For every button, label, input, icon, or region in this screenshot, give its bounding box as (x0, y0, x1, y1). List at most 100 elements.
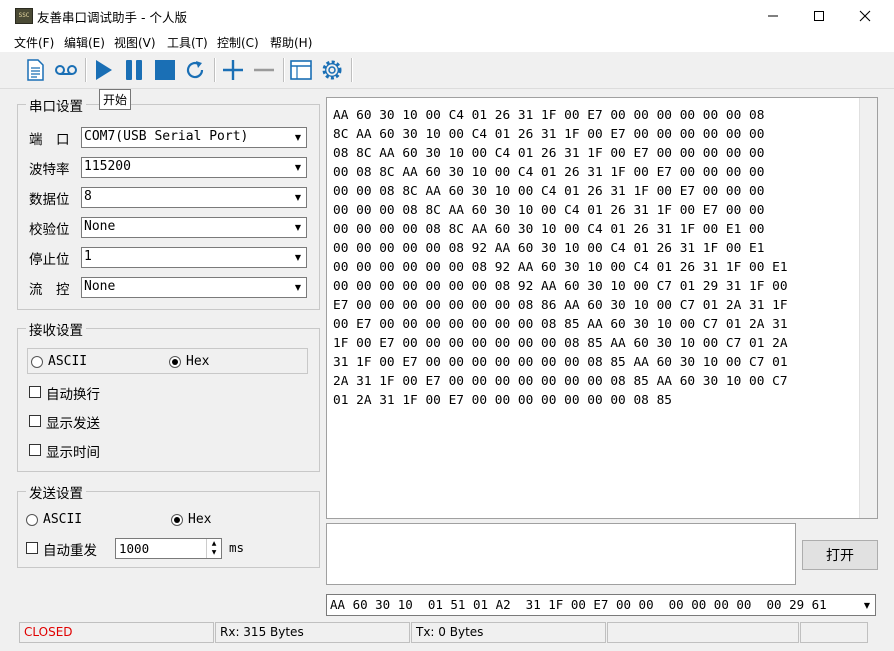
pause-button[interactable] (121, 57, 147, 83)
parity-label: 校验位 (29, 222, 70, 238)
send-textarea[interactable] (326, 523, 796, 585)
close-icon (859, 10, 871, 21)
receive-hex-label: Hex (186, 354, 210, 369)
send-hex-radio[interactable] (171, 514, 183, 526)
port-select[interactable]: COM7(USB Serial Port) ▼ (81, 127, 307, 148)
chevron-down-icon[interactable]: ▼ (290, 128, 306, 147)
tooltip: 开始 (99, 89, 132, 110)
port-label: 端 口 (29, 132, 70, 148)
interval-value: 1000 (119, 541, 150, 556)
send-history-select[interactable]: AA 60 30 10 01 51 01 A2 31 1F 00 E7 00 0… (326, 594, 876, 616)
title-bar[interactable]: SSC 友善串口调试助手 - 个人版 (0, 0, 894, 31)
refresh-button[interactable] (182, 57, 208, 83)
settings-button[interactable] (319, 57, 345, 83)
baud-label: 波特率 (29, 162, 70, 178)
databits-label: 数据位 (29, 192, 70, 208)
baud-select[interactable]: 115200 ▼ (81, 157, 307, 178)
interval-stepper[interactable]: 1000 ▲ ▼ (115, 538, 222, 559)
receive-ascii-label: ASCII (48, 354, 88, 369)
menu-tools[interactable]: 工具(T) (167, 34, 208, 51)
status-bar: CLOSED Rx: 315 Bytes Tx: 0 Bytes (0, 620, 894, 651)
chevron-down-icon[interactable]: ▼ (290, 248, 306, 267)
databits-select[interactable]: 8 ▼ (81, 187, 307, 208)
auto-resend-checkbox[interactable] (26, 542, 38, 554)
stop-icon (155, 60, 175, 80)
minimize-icon (768, 15, 778, 16)
start-button[interactable] (90, 57, 116, 83)
receive-line: 8C AA 60 30 10 00 C4 01 26 31 1F 00 E7 0… (333, 127, 765, 142)
remove-button[interactable] (251, 57, 277, 83)
chevron-down-icon[interactable]: ▼ (859, 595, 875, 615)
status-tx: Tx: 0 Bytes (411, 622, 606, 643)
stepper-down-icon[interactable]: ▼ (206, 548, 221, 558)
chevron-down-icon[interactable]: ▼ (290, 158, 306, 177)
chevron-down-icon[interactable]: ▼ (290, 218, 306, 237)
auto-newline-label: 自动换行 (46, 387, 100, 403)
receive-line: 00 08 8C AA 60 30 10 00 C4 01 26 31 1F 0… (333, 165, 765, 180)
chevron-down-icon[interactable]: ▼ (290, 188, 306, 207)
plus-icon (223, 60, 243, 80)
receive-line: 00 00 00 00 08 8C AA 60 30 10 00 C4 01 2… (333, 222, 765, 237)
receive-line: 08 8C AA 60 30 10 00 C4 01 26 31 1F 00 E… (333, 146, 765, 161)
document-icon (27, 59, 44, 81)
record-button[interactable] (53, 57, 79, 83)
show-time-label: 显示时间 (46, 445, 100, 461)
menu-file[interactable]: 文件(F) (14, 34, 54, 51)
status-extra-2 (800, 622, 868, 643)
menu-control[interactable]: 控制(C) (217, 34, 259, 51)
auto-newline-checkbox[interactable] (29, 386, 41, 398)
chevron-down-icon[interactable]: ▼ (290, 278, 306, 297)
menu-view[interactable]: 视图(V) (114, 34, 156, 51)
receive-scrollbar[interactable] (859, 98, 877, 518)
send-hex-label: Hex (188, 512, 212, 527)
flow-select[interactable]: None ▼ (81, 277, 307, 298)
receive-line: AA 60 30 10 00 C4 01 26 31 1F 00 E7 00 0… (333, 108, 765, 123)
receive-line: 00 00 00 00 00 08 92 AA 60 30 10 00 C4 0… (333, 241, 765, 256)
receive-line: 00 E7 00 00 00 00 00 00 00 08 85 AA 60 3… (333, 317, 788, 332)
receive-hex-radio[interactable] (169, 356, 181, 368)
add-button[interactable] (220, 57, 246, 83)
receive-line: 1F 00 E7 00 00 00 00 00 00 00 08 85 AA 6… (333, 336, 788, 351)
send-settings-title: 发送设置 (26, 482, 86, 502)
play-icon (96, 60, 112, 80)
receive-line: 00 00 00 00 00 00 00 08 92 AA 60 30 10 0… (333, 279, 788, 294)
show-send-label: 显示发送 (46, 416, 100, 432)
receive-line: E7 00 00 00 00 00 00 00 08 86 AA 60 30 1… (333, 298, 788, 313)
minimize-button[interactable] (750, 0, 796, 31)
stepper-up-icon[interactable]: ▲ (206, 539, 221, 548)
menu-edit[interactable]: 编辑(E) (64, 34, 105, 51)
refresh-icon (186, 61, 204, 79)
receive-settings-title: 接收设置 (26, 319, 86, 339)
window-icon (290, 60, 312, 80)
parity-select[interactable]: None ▼ (81, 217, 307, 238)
open-button[interactable]: 打开 (802, 540, 878, 570)
send-ascii-radio[interactable] (26, 514, 38, 526)
toolbar (0, 52, 894, 89)
new-file-button[interactable] (22, 57, 48, 83)
window-button[interactable] (288, 57, 314, 83)
show-send-checkbox[interactable] (29, 415, 41, 427)
flow-label: 流 控 (29, 282, 70, 298)
send-ascii-label: ASCII (43, 512, 83, 527)
close-button[interactable] (842, 0, 888, 31)
receive-line: 01 2A 31 1F 00 E7 00 00 00 00 00 00 00 0… (333, 393, 672, 408)
show-time-checkbox[interactable] (29, 444, 41, 456)
stop-button[interactable] (152, 57, 178, 83)
status-rx: Rx: 315 Bytes (215, 622, 410, 643)
receive-line: 00 00 08 8C AA 60 30 10 00 C4 01 26 31 1… (333, 184, 765, 199)
receive-line: 31 1F 00 E7 00 00 00 00 00 00 00 08 85 A… (333, 355, 788, 370)
receive-ascii-radio[interactable] (31, 356, 43, 368)
minus-icon (254, 68, 274, 72)
stopbits-select[interactable]: 1 ▼ (81, 247, 307, 268)
maximize-icon (814, 10, 824, 21)
status-extra (607, 622, 799, 643)
auto-resend-label: 自动重发 (43, 543, 97, 559)
serial-settings-title: 串口设置 (26, 95, 86, 115)
menu-help[interactable]: 帮助(H) (270, 34, 312, 51)
receive-textarea[interactable]: AA 60 30 10 00 C4 01 26 31 1F 00 E7 00 0… (326, 97, 878, 519)
maximize-button[interactable] (796, 0, 842, 31)
receive-content: AA 60 30 10 00 C4 01 26 31 1F 00 E7 00 0… (333, 106, 873, 410)
app-icon: SSC (15, 8, 33, 24)
receive-line: 00 00 00 08 8C AA 60 30 10 00 C4 01 26 3… (333, 203, 765, 218)
history-value: AA 60 30 10 01 51 01 A2 31 1F 00 E7 00 0… (330, 597, 827, 612)
